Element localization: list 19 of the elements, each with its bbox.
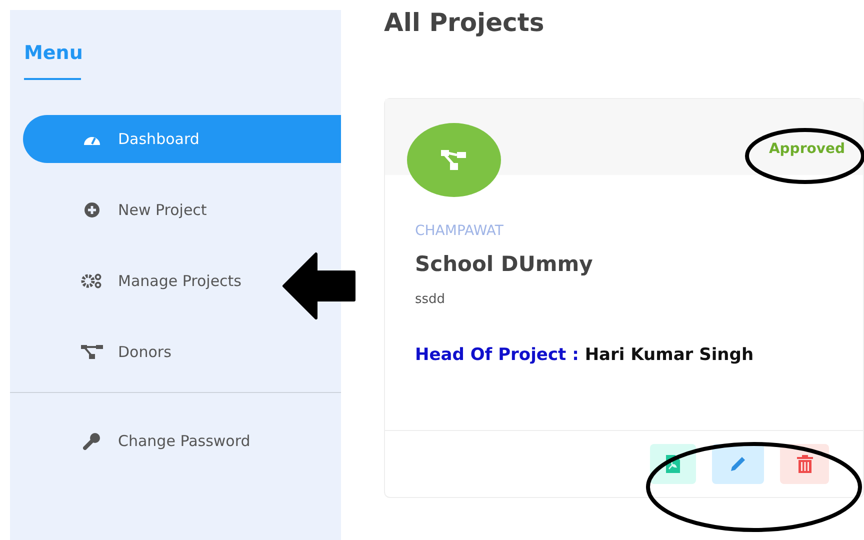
project-location: CHAMPAWAT <box>415 223 504 239</box>
status-label: Approved <box>768 141 845 157</box>
edit-button[interactable] <box>712 444 764 484</box>
delete-button[interactable] <box>780 444 829 484</box>
head-name: Hari Kumar Singh <box>584 345 754 365</box>
nav-item[interactable]: Manage Projects <box>23 257 248 305</box>
nav-item[interactable]: New Project <box>23 186 213 234</box>
page-title: All Projects <box>384 8 546 37</box>
gears-icon <box>81 273 103 289</box>
project-description: ssdd <box>415 292 446 307</box>
trash-icon <box>796 455 812 473</box>
head-label: Head Of Project : <box>415 345 579 365</box>
menu-title: Menu <box>24 42 84 64</box>
key-icon <box>81 432 103 450</box>
pencil-icon <box>729 455 747 473</box>
nav-item[interactable]: Donors <box>23 328 178 376</box>
sitemap-icon <box>81 344 103 360</box>
project-title: School DUmmy <box>415 252 594 276</box>
nav-item[interactable]: Change Password <box>23 417 256 465</box>
